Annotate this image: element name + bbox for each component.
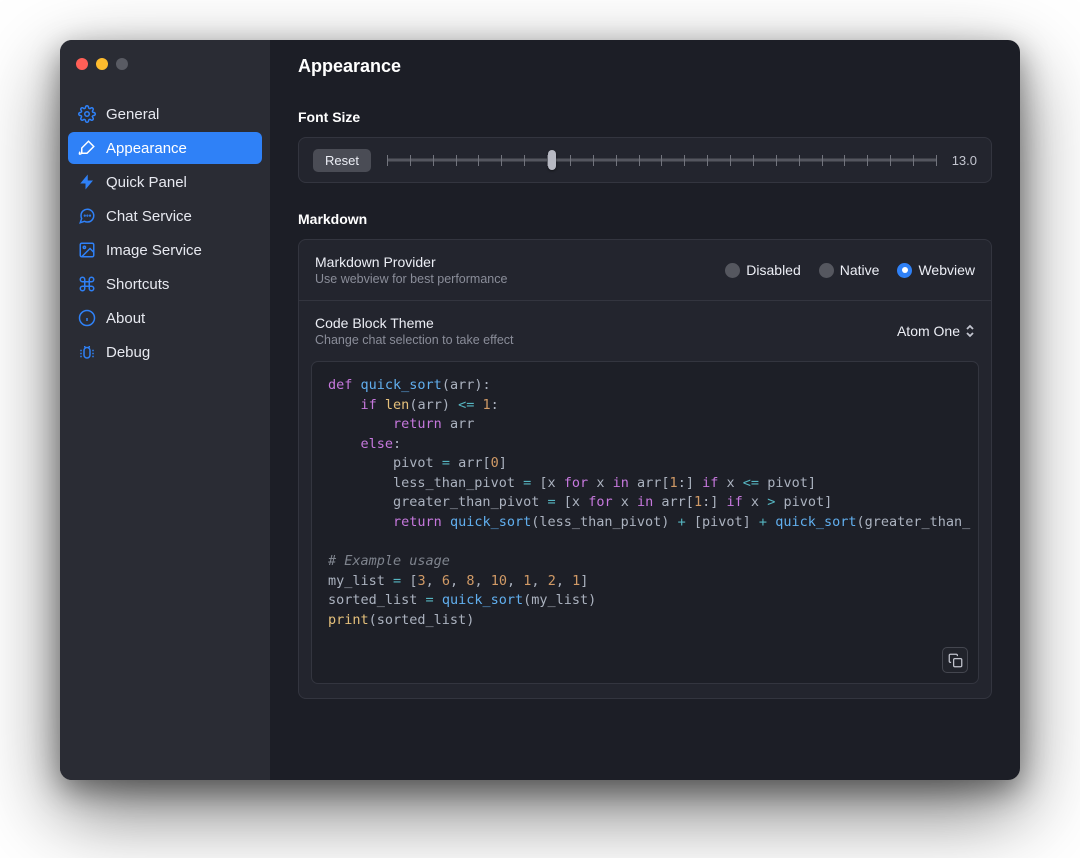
radio-label: Disabled bbox=[746, 262, 800, 278]
sidebar-item-chat-service[interactable]: Chat Service bbox=[68, 200, 262, 232]
section-font-size-title: Font Size bbox=[298, 109, 992, 125]
sidebar-item-debug[interactable]: Debug bbox=[68, 336, 262, 368]
radio-webview[interactable]: Webview bbox=[897, 262, 975, 278]
command-icon bbox=[78, 275, 96, 293]
zoom-icon[interactable] bbox=[116, 58, 128, 70]
sidebar: General Appearance Quick Panel Chat Serv… bbox=[60, 40, 270, 780]
radio-label: Webview bbox=[918, 262, 975, 278]
sidebar-item-label: Chat Service bbox=[106, 208, 192, 225]
code-preview: def quick_sort(arr): if len(arr) <= 1: r… bbox=[311, 361, 979, 684]
sidebar-item-general[interactable]: General bbox=[68, 98, 262, 130]
copy-button[interactable] bbox=[942, 647, 968, 673]
slider-thumb[interactable] bbox=[548, 150, 556, 170]
sidebar-item-about[interactable]: About bbox=[68, 302, 262, 334]
code-block-theme-title: Code Block Theme bbox=[315, 315, 885, 331]
chevron-updown-icon bbox=[965, 324, 975, 338]
sidebar-item-appearance[interactable]: Appearance bbox=[68, 132, 262, 164]
markdown-provider-title: Markdown Provider bbox=[315, 254, 713, 270]
radio-label: Native bbox=[840, 262, 880, 278]
font-size-card: Reset 13.0 bbox=[298, 137, 992, 183]
sidebar-item-label: Appearance bbox=[106, 140, 187, 157]
settings-window: General Appearance Quick Panel Chat Serv… bbox=[60, 40, 1020, 780]
page-title: Appearance bbox=[270, 40, 1020, 97]
info-icon bbox=[78, 309, 96, 327]
radio-native[interactable]: Native bbox=[819, 262, 880, 278]
radio-disabled[interactable]: Disabled bbox=[725, 262, 800, 278]
reset-button[interactable]: Reset bbox=[313, 149, 371, 172]
bolt-icon bbox=[78, 173, 96, 191]
markdown-provider-options: Disabled Native Webview bbox=[725, 262, 975, 278]
code-block-theme-row: Code Block Theme Change chat selection t… bbox=[299, 300, 991, 361]
close-icon[interactable] bbox=[76, 58, 88, 70]
gear-icon bbox=[78, 105, 96, 123]
chat-icon bbox=[78, 207, 96, 225]
sidebar-item-label: General bbox=[106, 106, 159, 123]
window-controls bbox=[60, 58, 270, 70]
sidebar-item-label: Shortcuts bbox=[106, 276, 169, 293]
sidebar-item-label: Image Service bbox=[106, 242, 202, 259]
select-value: Atom One bbox=[897, 323, 960, 339]
sidebar-item-label: About bbox=[106, 310, 145, 327]
paintbrush-icon bbox=[78, 139, 96, 157]
sidebar-item-quick-panel[interactable]: Quick Panel bbox=[68, 166, 262, 198]
font-size-slider-wrap: 13.0 bbox=[387, 148, 977, 172]
main-panel: Appearance Font Size Reset 13.0 Markdown bbox=[270, 40, 1020, 780]
section-markdown-title: Markdown bbox=[298, 211, 992, 227]
markdown-provider-subtitle: Use webview for best performance bbox=[315, 272, 713, 286]
sidebar-item-image-service[interactable]: Image Service bbox=[68, 234, 262, 266]
sidebar-item-label: Quick Panel bbox=[106, 174, 187, 191]
minimize-icon[interactable] bbox=[96, 58, 108, 70]
markdown-provider-row: Markdown Provider Use webview for best p… bbox=[299, 240, 991, 300]
sidebar-item-label: Debug bbox=[106, 344, 150, 361]
font-size-value: 13.0 bbox=[947, 153, 977, 168]
markdown-card: Markdown Provider Use webview for best p… bbox=[298, 239, 992, 699]
code-block-theme-subtitle: Change chat selection to take effect bbox=[315, 333, 885, 347]
sidebar-item-shortcuts[interactable]: Shortcuts bbox=[68, 268, 262, 300]
code-block-theme-select[interactable]: Atom One bbox=[897, 323, 975, 339]
sidebar-nav: General Appearance Quick Panel Chat Serv… bbox=[60, 98, 270, 370]
font-size-slider[interactable] bbox=[387, 148, 937, 172]
bug-icon bbox=[78, 343, 96, 361]
image-icon bbox=[78, 241, 96, 259]
